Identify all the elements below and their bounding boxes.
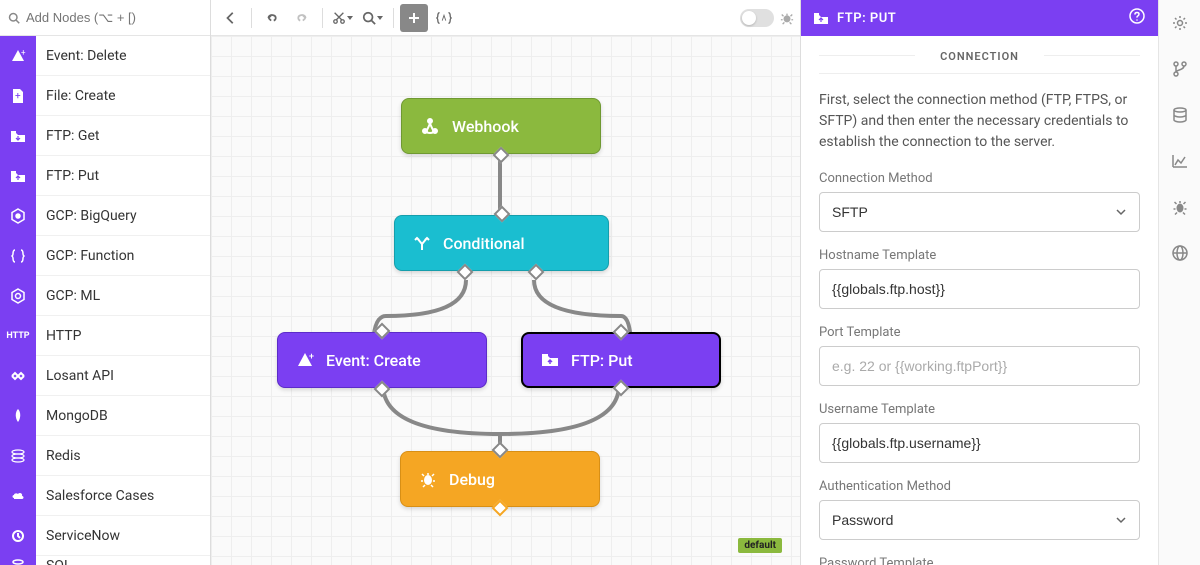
node-item-event-delete[interactable]: +Event: Delete <box>0 36 210 76</box>
pass-label: Password Template <box>819 556 1140 565</box>
flow-node-webhook[interactable]: Webhook <box>401 98 601 154</box>
search-icon <box>8 11 20 25</box>
canvas-toolbar <box>211 0 800 36</box>
username-input[interactable] <box>819 423 1140 463</box>
flow-node-event-create[interactable]: + Event: Create <box>277 332 487 388</box>
port-input[interactable] <box>819 346 1140 386</box>
workflow-canvas[interactable]: Webhook Conditional + Event: Create FTP:… <box>211 36 800 565</box>
folder-up-icon <box>541 351 559 369</box>
node-search[interactable] <box>0 0 210 36</box>
svg-text:+: + <box>15 91 21 102</box>
folder-up-icon <box>813 10 829 26</box>
bug-toggle-icon <box>780 11 794 25</box>
canvas-toggle[interactable] <box>740 9 774 27</box>
node-item-gcp-bigquery[interactable]: GCP: BigQuery <box>0 196 210 236</box>
node-item-gcp-function[interactable]: GCP: Function <box>0 236 210 276</box>
chart-icon[interactable] <box>1171 152 1189 174</box>
gear-icon[interactable] <box>1171 14 1189 36</box>
node-item-ftp-put[interactable]: FTP: Put <box>0 156 210 196</box>
connection-method-select[interactable]: SFTP <box>819 192 1140 232</box>
port-label: Port Template <box>819 325 1140 340</box>
redo-button[interactable] <box>288 4 316 32</box>
database-icon[interactable] <box>1171 106 1189 128</box>
node-item-redis[interactable]: Redis <box>0 436 210 476</box>
triangle-plus-icon: + <box>296 351 314 369</box>
flow-node-debug[interactable]: Debug <box>400 451 600 507</box>
node-item-salesforce[interactable]: Salesforce Cases <box>0 476 210 516</box>
node-item-file-create[interactable]: +File: Create <box>0 76 210 116</box>
method-label: Connection Method <box>819 171 1140 186</box>
node-item-gcp-ml[interactable]: GCP: ML <box>0 276 210 316</box>
git-branch-icon[interactable] <box>1171 60 1189 82</box>
globe-icon[interactable] <box>1171 244 1189 266</box>
node-item-ftp-get[interactable]: FTP: Get <box>0 116 210 156</box>
node-item-http[interactable]: HTTPHTTP <box>0 316 210 356</box>
right-rail <box>1158 0 1200 565</box>
svg-text:+: + <box>21 48 26 57</box>
node-palette: +Event: Delete +File: Create FTP: Get FT… <box>0 0 211 565</box>
section-title: CONNECTION <box>819 36 1140 74</box>
hostname-input[interactable] <box>819 269 1140 309</box>
node-search-input[interactable] <box>26 10 202 25</box>
bug-icon <box>419 470 437 488</box>
node-item-sql[interactable]: SQL <box>0 556 210 565</box>
workflow-canvas-area: Webhook Conditional + Event: Create FTP:… <box>211 0 800 565</box>
zoom-menu[interactable] <box>359 4 387 32</box>
svg-text:+: + <box>309 352 314 362</box>
cut-menu[interactable] <box>329 4 357 32</box>
bug-icon[interactable] <box>1171 198 1189 220</box>
user-label: Username Template <box>819 402 1140 417</box>
properties-panel: FTP: PUT CONNECTION First, select the co… <box>800 0 1158 565</box>
panel-description: First, select the connection method (FTP… <box>819 90 1140 153</box>
flow-node-ftp-put[interactable]: FTP: Put <box>521 332 721 388</box>
auth-label: Authentication Method <box>819 479 1140 494</box>
auth-method-select[interactable]: Password <box>819 500 1140 540</box>
webhook-icon <box>420 116 440 136</box>
flow-node-conditional[interactable]: Conditional <box>394 215 609 271</box>
undo-button[interactable] <box>258 4 286 32</box>
node-item-mongodb[interactable]: MongoDB <box>0 396 210 436</box>
default-badge: default <box>738 538 782 553</box>
host-label: Hostname Template <box>819 248 1140 263</box>
node-item-losant-api[interactable]: Losant API <box>0 356 210 396</box>
branch-icon <box>413 234 431 252</box>
back-button[interactable] <box>217 4 245 32</box>
node-list: +Event: Delete +File: Create FTP: Get FT… <box>0 36 210 565</box>
code-braces-button[interactable] <box>430 4 458 32</box>
help-button[interactable] <box>1128 7 1146 29</box>
add-button[interactable] <box>400 4 428 32</box>
panel-header: FTP: PUT <box>801 0 1158 36</box>
node-item-servicenow[interactable]: ServiceNow <box>0 516 210 556</box>
